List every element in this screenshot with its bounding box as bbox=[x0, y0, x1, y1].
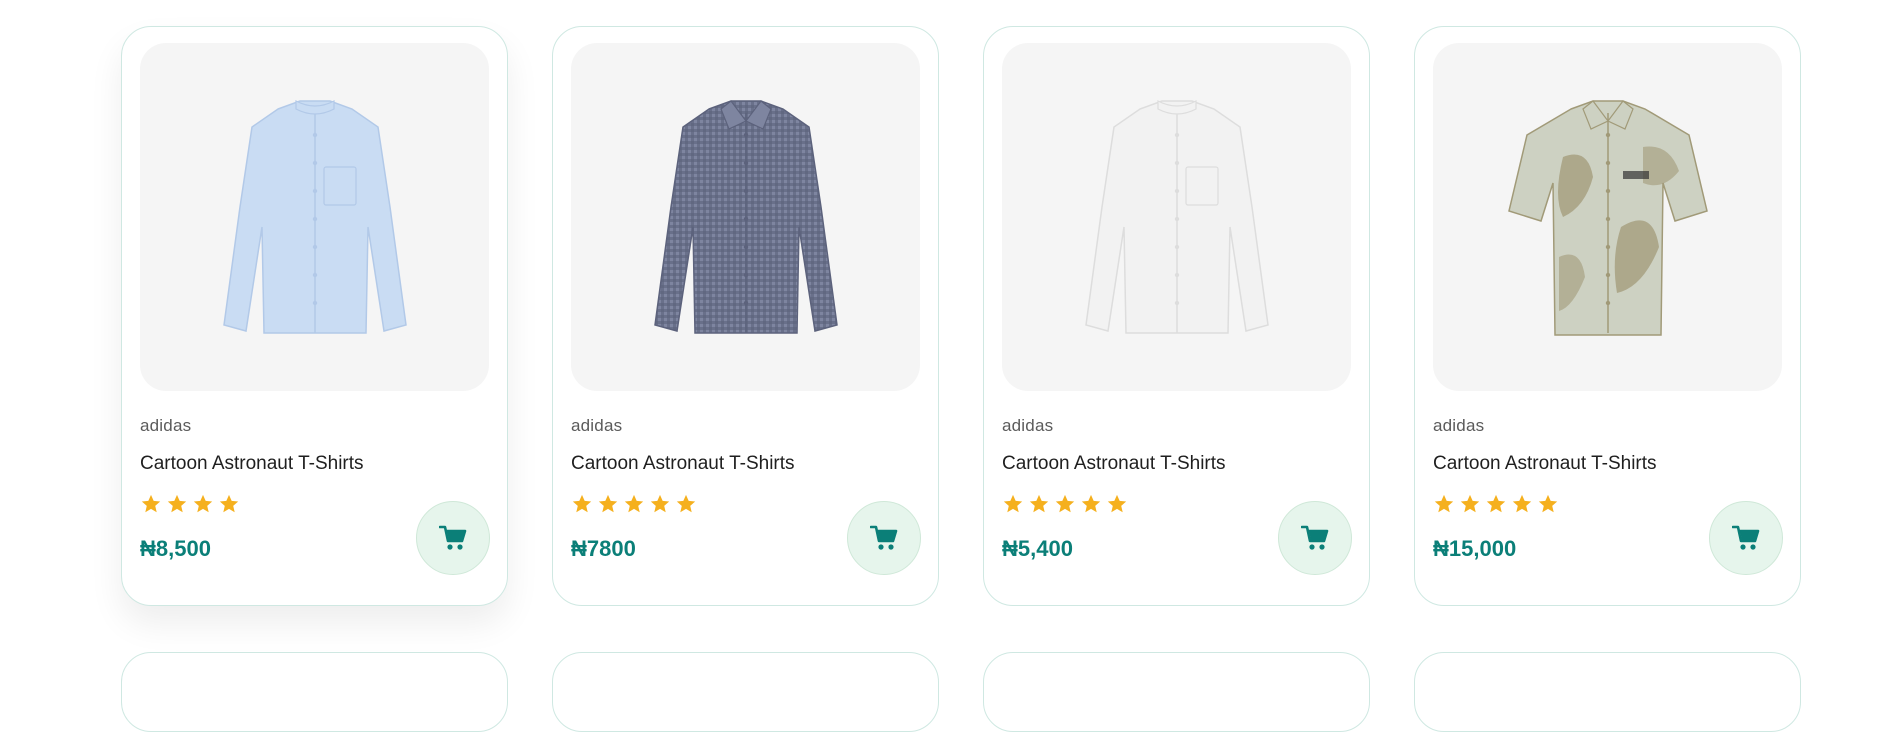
star-icon bbox=[1081, 494, 1101, 513]
product-title[interactable]: Cartoon Astronaut T-Shirts bbox=[1433, 453, 1657, 475]
star-icon bbox=[1538, 494, 1558, 513]
product-card[interactable]: adidas Cartoon Astronaut T-Shirts ₦5,400 bbox=[983, 26, 1370, 606]
star-icon bbox=[167, 494, 187, 513]
rating-stars bbox=[1002, 493, 1128, 515]
star-icon bbox=[1107, 494, 1127, 513]
star-icon bbox=[598, 494, 618, 513]
rating-stars bbox=[1433, 493, 1559, 515]
product-price: ₦7800 bbox=[571, 536, 636, 561]
star-icon bbox=[624, 494, 644, 513]
add-to-cart-button[interactable] bbox=[416, 501, 490, 575]
star-icon bbox=[1512, 494, 1532, 513]
product-brand: adidas bbox=[140, 416, 192, 435]
cart-icon bbox=[1732, 525, 1760, 550]
product-title[interactable]: Cartoon Astronaut T-Shirts bbox=[571, 453, 795, 475]
product-card[interactable]: adidas Cartoon Astronaut T-Shirts ₦15,00… bbox=[1414, 26, 1801, 606]
shirt-illustration bbox=[653, 100, 838, 334]
product-card[interactable] bbox=[983, 652, 1370, 732]
star-icon bbox=[1003, 494, 1023, 513]
product-price: ₦5,400 bbox=[1002, 536, 1073, 561]
add-to-cart-button[interactable] bbox=[1278, 501, 1352, 575]
shirt-illustration bbox=[1507, 100, 1708, 336]
star-icon bbox=[1486, 494, 1506, 513]
star-icon bbox=[1460, 494, 1480, 513]
product-image[interactable] bbox=[571, 43, 920, 391]
cart-icon bbox=[1301, 525, 1329, 550]
star-icon bbox=[219, 494, 239, 513]
product-brand: adidas bbox=[1002, 416, 1054, 435]
product-title[interactable]: Cartoon Astronaut T-Shirts bbox=[1002, 453, 1226, 475]
cart-icon bbox=[439, 525, 467, 550]
rating-stars bbox=[571, 493, 697, 515]
product-brand: adidas bbox=[1433, 416, 1485, 435]
product-image[interactable] bbox=[1002, 43, 1351, 391]
star-icon bbox=[1434, 494, 1454, 513]
shirt-illustration bbox=[222, 100, 407, 334]
star-icon bbox=[572, 494, 592, 513]
product-price: ₦15,000 bbox=[1433, 536, 1517, 561]
rating-stars bbox=[140, 493, 240, 515]
add-to-cart-button[interactable] bbox=[1709, 501, 1783, 575]
star-icon bbox=[1029, 494, 1049, 513]
star-icon bbox=[193, 494, 213, 513]
star-icon bbox=[141, 494, 161, 513]
product-title[interactable]: Cartoon Astronaut T-Shirts bbox=[140, 453, 364, 475]
product-card[interactable] bbox=[1414, 652, 1801, 732]
star-icon bbox=[676, 494, 696, 513]
product-card[interactable]: adidas Cartoon Astronaut T-Shirts ₦8,500 bbox=[121, 26, 508, 606]
add-to-cart-button[interactable] bbox=[847, 501, 921, 575]
star-icon bbox=[1055, 494, 1075, 513]
cart-icon bbox=[870, 525, 898, 550]
product-grid: adidas Cartoon Astronaut T-Shirts ₦8,500… bbox=[121, 26, 1801, 732]
product-card[interactable] bbox=[552, 652, 939, 732]
product-image[interactable] bbox=[140, 43, 489, 391]
star-icon bbox=[650, 494, 670, 513]
product-image[interactable] bbox=[1433, 43, 1782, 391]
product-brand: adidas bbox=[571, 416, 623, 435]
shirt-illustration bbox=[1084, 100, 1269, 334]
product-card[interactable]: adidas Cartoon Astronaut T-Shirts ₦7800 bbox=[552, 26, 939, 606]
product-price: ₦8,500 bbox=[140, 536, 211, 561]
product-card[interactable] bbox=[121, 652, 508, 732]
